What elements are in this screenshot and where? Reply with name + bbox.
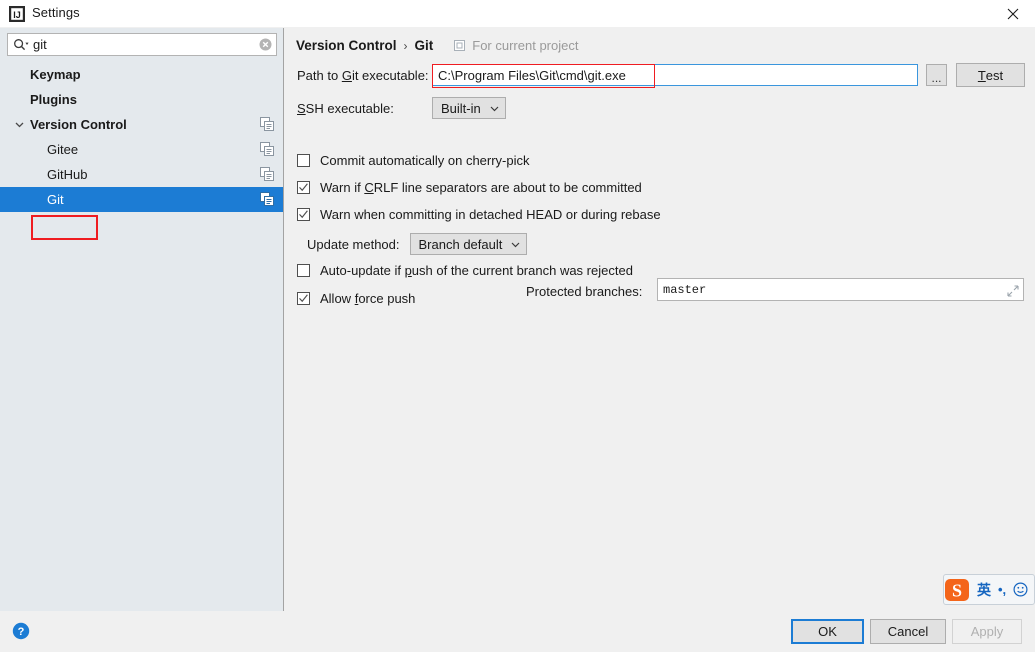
- expand-diagonal-icon[interactable]: [1007, 284, 1019, 296]
- checkbox-label: Warn when committing in detached HEAD or…: [320, 207, 661, 222]
- project-scope-icon: [454, 39, 467, 52]
- ssh-executable-row: SSH executable: Built-in: [297, 97, 506, 119]
- chevron-down-icon: [511, 240, 520, 249]
- clear-circle-icon[interactable]: [254, 34, 276, 55]
- ime-mode-label[interactable]: 英: [977, 580, 991, 600]
- update-method-value: Branch default: [419, 237, 503, 252]
- sidebar-item-label: GitHub: [0, 162, 87, 187]
- title-bar: IJ Settings: [0, 0, 1035, 28]
- checkbox-warn-crlf[interactable]: Warn if CRLF line separators are about t…: [297, 180, 642, 195]
- checkbox-box[interactable]: [297, 264, 310, 277]
- checkbox-label: Allow force push: [320, 291, 415, 306]
- svg-text:?: ?: [18, 626, 25, 638]
- sidebar-item-gitee[interactable]: Gitee: [0, 137, 284, 162]
- chevron-down-icon[interactable]: [13, 112, 25, 137]
- browse-button[interactable]: ...: [926, 64, 947, 86]
- checkbox-box[interactable]: [297, 208, 310, 221]
- checkbox-auto-update-push-rejected[interactable]: Auto-update if push of the current branc…: [297, 263, 633, 278]
- git-path-value: C:\Program Files\Git\cmd\git.exe: [433, 68, 626, 83]
- copy-to-project-icon[interactable]: [260, 167, 274, 181]
- checkbox-label: Auto-update if push of the current branc…: [320, 263, 633, 278]
- breadcrumb-separator: ›: [404, 39, 408, 53]
- sidebar-item-label: Plugins: [0, 87, 77, 112]
- copy-to-project-icon[interactable]: [260, 117, 274, 131]
- window-title: Settings: [32, 5, 80, 20]
- search-input[interactable]: [30, 35, 254, 54]
- checkbox-box[interactable]: [297, 154, 310, 167]
- settings-tree: Keymap Plugins Version Control: [0, 62, 284, 212]
- protected-branches-label: Protected branches:: [526, 284, 642, 299]
- sogou-logo-icon[interactable]: S: [943, 576, 971, 604]
- checkbox-label: Commit automatically on cherry-pick: [320, 153, 530, 168]
- svg-text:S: S: [952, 580, 962, 600]
- scope-indicator: For current project: [454, 38, 578, 53]
- annotation-rect-git: [31, 215, 98, 240]
- scope-label: For current project: [472, 38, 578, 53]
- update-method-select[interactable]: Branch default: [410, 233, 528, 255]
- update-method-label: Update method:: [307, 237, 400, 252]
- protected-branches-input[interactable]: master: [657, 278, 1024, 301]
- checkbox-box[interactable]: [297, 181, 310, 194]
- settings-dialog: IJ Settings: [0, 0, 1035, 652]
- intellij-idea-icon: IJ: [9, 6, 25, 22]
- sidebar-item-label: Gitee: [0, 137, 78, 162]
- git-path-label: Path to Git executable:: [297, 68, 432, 83]
- checkbox-commit-automatically-cherry-pick[interactable]: Commit automatically on cherry-pick: [297, 153, 530, 168]
- ok-button[interactable]: OK: [791, 619, 864, 644]
- breadcrumb-root[interactable]: Version Control: [296, 38, 397, 53]
- close-icon[interactable]: [990, 0, 1035, 28]
- sidebar-item-label: Keymap: [0, 62, 81, 87]
- sogou-ime-toolbar[interactable]: S 英 •,: [943, 574, 1035, 605]
- chevron-down-icon: [490, 104, 499, 113]
- settings-sidebar: Keymap Plugins Version Control: [0, 28, 284, 611]
- checkbox-allow-force-push[interactable]: Allow force push: [297, 291, 415, 306]
- sidebar-divider: [283, 28, 284, 611]
- cancel-button[interactable]: Cancel: [870, 619, 946, 644]
- ssh-executable-select[interactable]: Built-in: [432, 97, 506, 119]
- ssh-executable-value: Built-in: [441, 101, 481, 116]
- sidebar-item-version-control[interactable]: Version Control: [0, 112, 284, 137]
- breadcrumb-current: Git: [415, 38, 434, 53]
- copy-to-project-icon[interactable]: [260, 142, 274, 156]
- protected-branches-value: master: [658, 283, 706, 297]
- search-icon: [13, 37, 30, 52]
- search-field[interactable]: [7, 33, 277, 56]
- git-path-input[interactable]: C:\Program Files\Git\cmd\git.exe: [432, 64, 918, 86]
- update-method-row: Update method: Branch default: [307, 233, 527, 255]
- checkbox-box[interactable]: [297, 292, 310, 305]
- git-settings-panel: Version Control › Git For current projec…: [285, 28, 1035, 611]
- sidebar-item-git[interactable]: Git: [0, 187, 284, 212]
- checkbox-label: Warn if CRLF line separators are about t…: [320, 180, 642, 195]
- checkbox-warn-detached-head[interactable]: Warn when committing in detached HEAD or…: [297, 207, 661, 222]
- sidebar-item-github[interactable]: GitHub: [0, 162, 284, 187]
- git-path-row: Path to Git executable: C:\Program Files…: [297, 63, 1025, 87]
- sidebar-item-label: Git: [0, 187, 64, 212]
- ssh-executable-label: SSH executable:: [297, 101, 432, 116]
- smiley-icon[interactable]: [1013, 582, 1028, 597]
- help-circle-icon[interactable]: ?: [12, 622, 30, 640]
- ime-punctuation-toggle[interactable]: •,: [998, 582, 1006, 597]
- copy-to-project-icon[interactable]: [260, 192, 274, 206]
- sidebar-item-keymap[interactable]: Keymap: [0, 62, 284, 87]
- svg-text:IJ: IJ: [13, 10, 21, 20]
- apply-button: Apply: [952, 619, 1022, 644]
- sidebar-item-plugins[interactable]: Plugins: [0, 87, 284, 112]
- breadcrumb: Version Control › Git For current projec…: [296, 38, 578, 53]
- test-button[interactable]: Test: [956, 63, 1025, 87]
